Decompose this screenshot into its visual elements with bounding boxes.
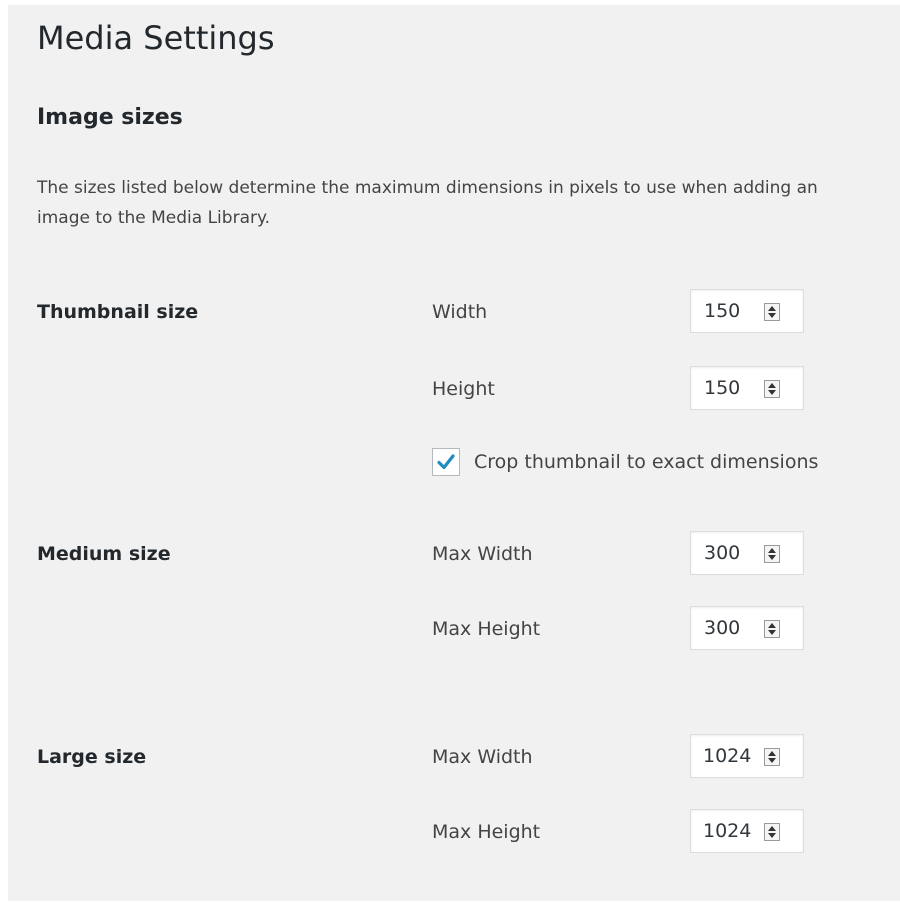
- thumbnail-width-value: 150: [704, 300, 741, 322]
- medium-height-input[interactable]: 300: [690, 606, 804, 650]
- thumbnail-width-label: Width: [432, 301, 488, 323]
- thumbnail-height-value: 150: [704, 377, 741, 399]
- section-description: The sizes listed below determine the max…: [37, 178, 818, 228]
- medium-size-label: Medium size: [37, 543, 171, 565]
- spin-up-down-icon[interactable]: [764, 620, 780, 638]
- medium-height-value: 300: [704, 617, 741, 639]
- thumbnail-height-label: Height: [432, 378, 495, 400]
- page-title: Media Settings: [37, 19, 275, 57]
- large-height-input[interactable]: 1024: [690, 809, 804, 853]
- medium-height-label: Max Height: [432, 618, 541, 640]
- thumbnail-height-input[interactable]: 150: [690, 366, 804, 410]
- medium-width-input[interactable]: 300: [690, 531, 804, 575]
- crop-thumbnail-checkbox[interactable]: [432, 448, 460, 476]
- spin-up-down-icon[interactable]: [764, 303, 780, 321]
- large-width-input[interactable]: 1024: [690, 734, 804, 778]
- thumbnail-size-label: Thumbnail size: [37, 301, 199, 323]
- large-width-label: Max Width: [432, 746, 533, 768]
- spin-up-down-icon[interactable]: [764, 380, 780, 398]
- spin-up-down-icon[interactable]: [764, 748, 780, 766]
- medium-width-value: 300: [704, 542, 741, 564]
- spin-up-down-icon[interactable]: [764, 545, 780, 563]
- section-heading-image-sizes: Image sizes: [37, 105, 183, 130]
- medium-width-label: Max Width: [432, 543, 533, 565]
- large-size-label: Large size: [37, 746, 147, 768]
- thumbnail-width-input[interactable]: 150: [690, 289, 804, 333]
- spin-up-down-icon[interactable]: [764, 823, 780, 841]
- crop-thumbnail-label[interactable]: Crop thumbnail to exact dimensions: [474, 451, 818, 473]
- large-height-label: Max Height: [432, 821, 541, 843]
- settings-panel: Media Settings Image sizes The sizes lis…: [8, 5, 900, 901]
- large-height-value: 1024: [703, 820, 752, 842]
- large-width-value: 1024: [703, 745, 752, 767]
- checkmark-icon: [437, 454, 455, 470]
